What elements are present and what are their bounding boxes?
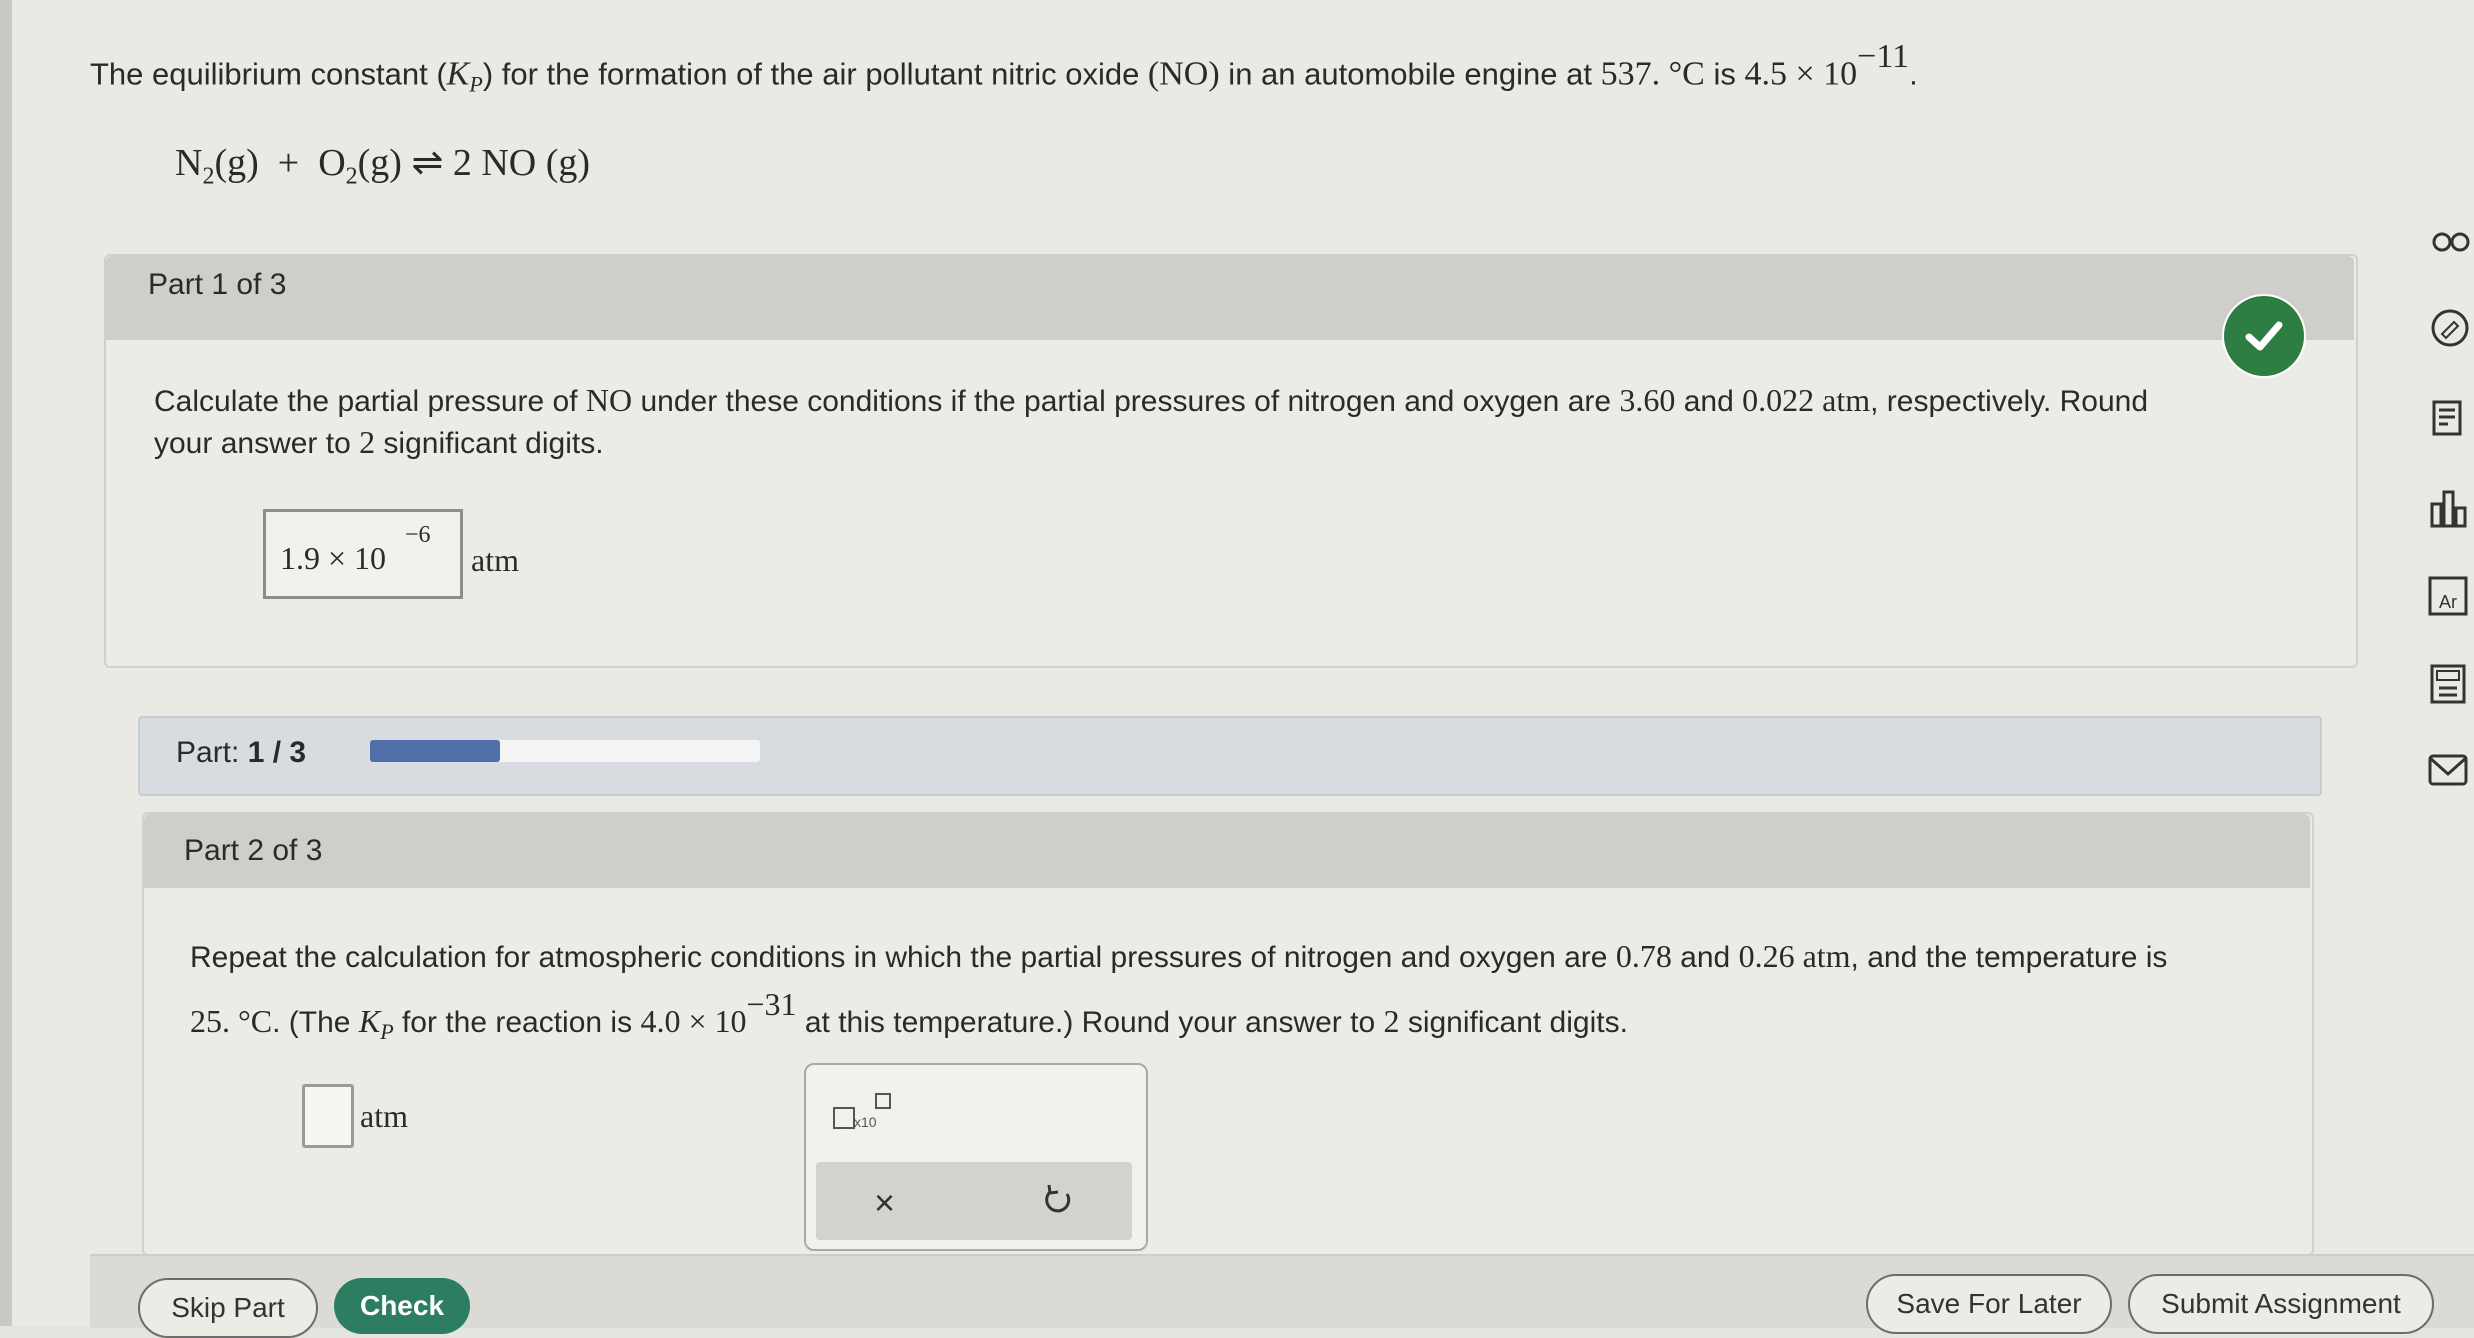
question-text: significant digits. xyxy=(375,427,604,460)
kp-symbol: K xyxy=(446,55,470,93)
n2-symbol: N xyxy=(175,142,203,184)
correct-badge xyxy=(2224,296,2304,376)
part1-answer-value: 1.9 × 10 xyxy=(280,540,387,576)
plus-sign: + xyxy=(277,142,300,184)
part1-header[interactable] xyxy=(106,256,2354,340)
no-formula: NO xyxy=(585,382,633,418)
pressure-value: 0.78 xyxy=(1615,938,1672,974)
question-text: Calculate the partial pressure of xyxy=(154,385,586,418)
kp-value: 4.0 × 10 xyxy=(640,1003,747,1039)
checkmark-icon xyxy=(2245,321,2283,351)
question-text: Repeat the calculation for atmospheric c… xyxy=(190,941,1616,974)
state-gas: (g) xyxy=(357,142,402,184)
intro-text: The equilibrium constant ( xyxy=(90,56,447,92)
left-edge xyxy=(0,0,12,1326)
periodic-table-icon[interactable]: Ar xyxy=(2426,574,2470,618)
o2-symbol: O xyxy=(318,142,346,184)
question-text: under these conditions if the partial pr… xyxy=(632,385,1620,418)
undo-button[interactable] xyxy=(1040,1182,1076,1218)
progress-label: Part: 1 / 3 xyxy=(176,736,306,770)
submit-assignment-button[interactable]: Submit Assignment xyxy=(2128,1274,2434,1334)
part1-question: Calculate the partial pressure of NO und… xyxy=(154,380,2294,464)
intro-text: in an automobile engine at xyxy=(1219,56,1601,92)
pressure-value: 0.022 atm xyxy=(1742,382,1871,418)
clear-button[interactable]: × xyxy=(874,1182,895,1224)
intro-text: is xyxy=(1704,56,1745,92)
part2-title: Part 2 of 3 xyxy=(184,834,323,867)
question-text: and xyxy=(1671,941,1739,974)
kp-symbol: K xyxy=(358,1003,381,1039)
question-text: and xyxy=(1675,385,1743,418)
n2-subscript: 2 xyxy=(202,163,215,190)
kp-exponent: −11 xyxy=(1857,38,1910,75)
calculator-icon[interactable] xyxy=(2426,662,2470,706)
question-text: your answer to xyxy=(154,427,360,460)
question-text: . (The xyxy=(272,1006,359,1039)
part2-answer-input[interactable] xyxy=(302,1084,354,1148)
kp-value: 4.5 × 10 xyxy=(1744,55,1858,93)
pencil-icon[interactable] xyxy=(2426,306,2470,350)
product-formula: 2 NO (g) xyxy=(452,142,591,184)
pressure-value: 0.26 atm xyxy=(1738,938,1851,974)
notes-icon[interactable] xyxy=(2426,396,2470,440)
x10-label: x10 xyxy=(854,1114,877,1130)
progress-fill xyxy=(370,740,500,762)
pressure-value: 3.60 xyxy=(1619,382,1676,418)
part1-title: Part 1 of 3 xyxy=(148,268,287,301)
question-text: , respectively. Round xyxy=(1870,385,2149,418)
intro-text: ) for the formation of the air pollutant… xyxy=(482,56,1148,92)
part2-question: Repeat the calculation for atmospheric c… xyxy=(190,930,2310,1058)
kp-exponent: −31 xyxy=(746,986,797,1022)
x10-button[interactable]: x10 xyxy=(832,1092,892,1132)
save-for-later-button[interactable]: Save For Later xyxy=(1866,1274,2112,1334)
o2-subscript: 2 xyxy=(345,163,358,190)
part1-unit: atm xyxy=(471,542,519,578)
no-formula: (NO) xyxy=(1147,55,1220,93)
mail-icon[interactable] xyxy=(2426,748,2470,792)
bar-chart-icon[interactable] xyxy=(2426,486,2470,530)
intro-period: . xyxy=(1909,56,1918,92)
question-text: significant digits. xyxy=(1399,1006,1628,1039)
temperature-value: 25. °C xyxy=(190,1003,273,1039)
skip-part-button[interactable]: Skip Part xyxy=(138,1278,318,1338)
problem-intro: The equilibrium constant (KP) for the fo… xyxy=(90,38,1918,98)
kp-subscript: P xyxy=(380,1019,394,1044)
digits-value: 2 xyxy=(1383,1003,1400,1039)
undo-icon xyxy=(1045,1184,1071,1213)
toolbox-actions xyxy=(816,1162,1132,1240)
part2-unit: atm xyxy=(360,1098,408,1134)
progress-value: 1 / 3 xyxy=(247,736,307,769)
link-icon[interactable] xyxy=(2426,220,2470,264)
state-gas: (g) xyxy=(214,142,259,184)
progress-label-text: Part: xyxy=(176,736,248,769)
temperature-value: 537. °C xyxy=(1600,55,1705,93)
equilibrium-arrow: ⇌ xyxy=(411,142,444,184)
svg-text:Ar: Ar xyxy=(2439,592,2457,612)
question-text: , and the temperature is xyxy=(1850,941,2168,974)
question-text: for the reaction is xyxy=(393,1006,641,1039)
kp-subscript: P xyxy=(469,71,483,97)
digits-value: 2 xyxy=(359,424,376,460)
part1-answer-exponent: −6 xyxy=(405,522,431,548)
question-text: at this temperature.) Round your answer … xyxy=(796,1006,1384,1039)
part2-header[interactable] xyxy=(144,814,2310,888)
chemical-equation: N2(g) + O2(g) ⇌ 2 NO (g) xyxy=(175,140,590,191)
